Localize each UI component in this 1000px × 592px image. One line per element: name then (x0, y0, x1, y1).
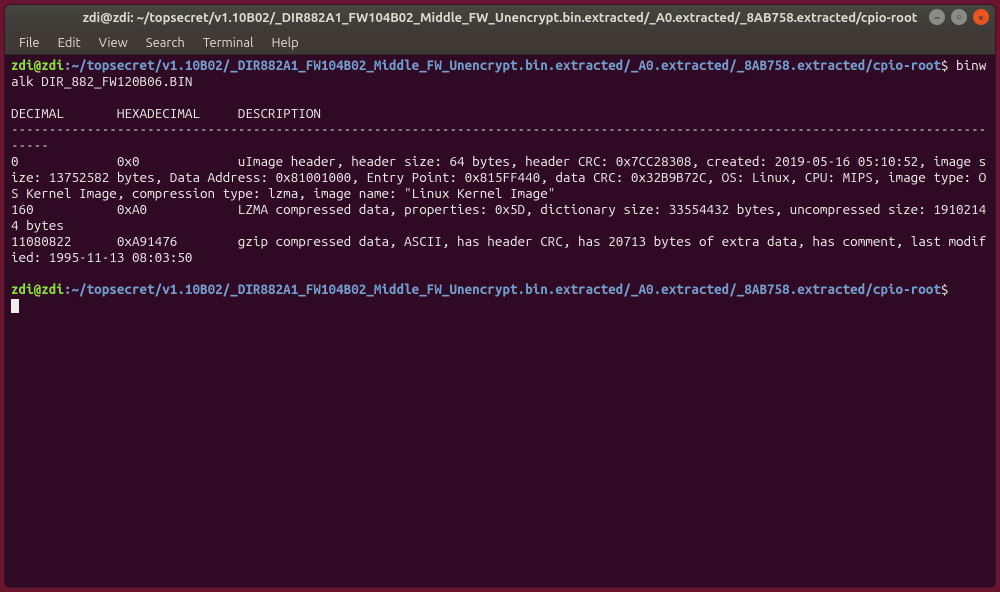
menu-file[interactable]: File (11, 34, 48, 52)
minimize-icon[interactable]: – (929, 9, 945, 25)
prompt-path: ~/topsecret/v1.10B02/_DIR882A1_FW104B02_… (71, 281, 940, 297)
menubar: File Edit View Search Terminal Help (5, 31, 995, 55)
prompt-dollar: $ (941, 281, 949, 297)
output-row: 0 0x0 uImage header, header size: 64 byt… (11, 153, 986, 201)
output-row: 160 0xA0 LZMA compressed data, propertie… (11, 201, 986, 233)
close-icon[interactable]: × (973, 9, 989, 25)
prompt-path: ~/topsecret/v1.10B02/_DIR882A1_FW104B02_… (71, 57, 940, 73)
window-controls: – ○ × (929, 9, 989, 25)
menu-edit[interactable]: Edit (50, 34, 89, 52)
terminal-window: zdi@zdi: ~/topsecret/v1.10B02/_DIR882A1_… (4, 4, 996, 588)
cursor-icon (11, 299, 19, 313)
prompt-userhost: zdi@zdi (11, 281, 64, 297)
output-divider: ----------------------------------------… (11, 121, 986, 153)
menu-search[interactable]: Search (138, 34, 193, 52)
prompt-dollar: $ (941, 57, 949, 73)
menu-view[interactable]: View (91, 34, 136, 52)
output-header: DECIMAL HEXADECIMAL DESCRIPTION (11, 105, 321, 121)
window-title: zdi@zdi: ~/topsecret/v1.10B02/_DIR882A1_… (13, 11, 987, 25)
maximize-icon[interactable]: ○ (951, 9, 967, 25)
prompt-userhost: zdi@zdi (11, 57, 64, 73)
terminal-body[interactable]: zdi@zdi:~/topsecret/v1.10B02/_DIR882A1_F… (5, 55, 995, 587)
output-row: 11080822 0xA91476 gzip compressed data, … (11, 233, 986, 265)
titlebar[interactable]: zdi@zdi: ~/topsecret/v1.10B02/_DIR882A1_… (5, 5, 995, 31)
menu-terminal[interactable]: Terminal (195, 34, 262, 52)
menu-help[interactable]: Help (263, 34, 306, 52)
